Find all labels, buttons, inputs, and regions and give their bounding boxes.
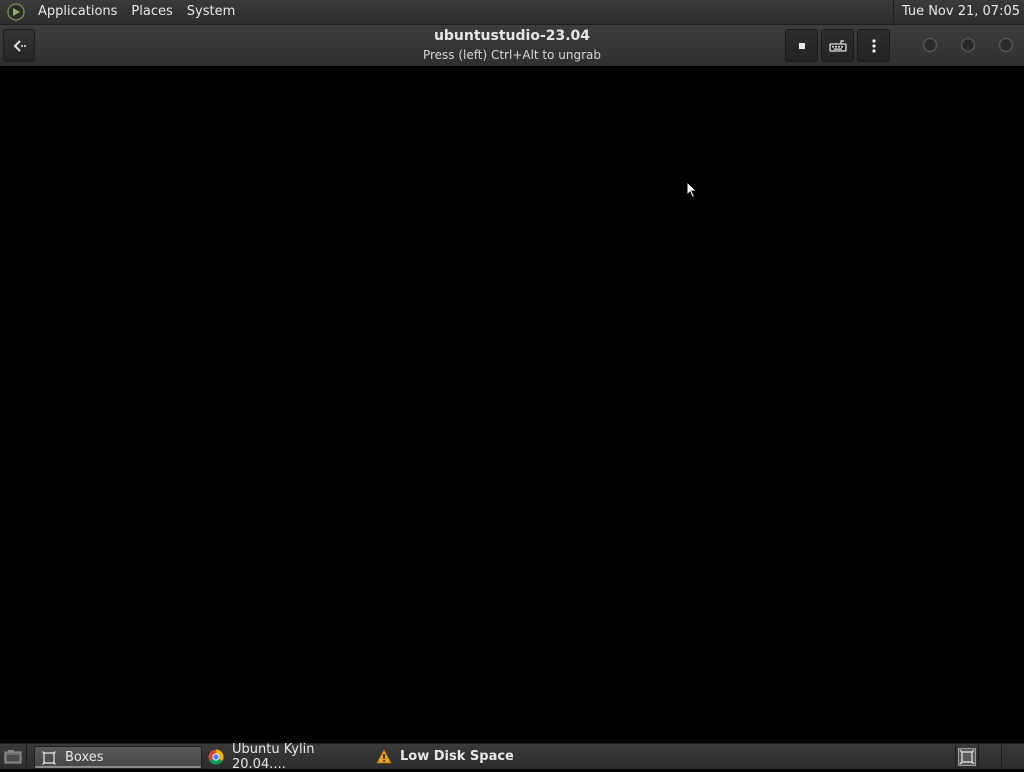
warning-icon [376,749,392,765]
workspace-2[interactable] [978,745,1001,768]
taskbar-item-boxes[interactable]: Boxes [34,746,202,769]
vertical-dots-menu-icon [871,38,876,53]
boxes-app-icon [41,750,57,766]
close-icon [998,37,1014,53]
show-desktop-icon [4,749,22,763]
title-block: ubuntustudio-23.04 Press (left) Ctrl+Alt… [312,26,712,65]
keyboard-icon [828,39,847,52]
workspace-1[interactable] [955,745,978,768]
top-panel: Applications Places System Tue Nov 21, 0… [0,0,1024,25]
taskbar-item-label: Low Disk Space [400,749,514,764]
maximize-icon [960,37,976,53]
mouse-pointer-icon [686,180,698,203]
taskbar-item-low-disk-space[interactable]: Low Disk Space [370,746,536,767]
maximize-button[interactable] [959,36,977,54]
keyboard-button[interactable] [821,29,854,62]
minimize-button[interactable] [921,36,939,54]
window-subtitle: Press (left) Ctrl+Alt to ungrab [422,48,602,62]
vm-display[interactable] [0,66,1024,743]
workspace-3[interactable] [1001,745,1024,768]
close-button[interactable] [997,36,1015,54]
system-menu[interactable]: System [180,0,242,24]
stop-button[interactable] [785,29,818,62]
taskbar-item-chrome[interactable]: Ubuntu Kylin 20.04.... [202,742,368,772]
window-title: ubuntustudio-23.04 [433,28,591,44]
workspace-switcher [955,745,1024,768]
chrome-icon [208,748,224,765]
distro-logo-icon[interactable] [7,3,25,21]
menu-button[interactable] [857,29,890,62]
clock[interactable]: Tue Nov 21, 07:05 [892,0,1020,24]
taskbar-item-label: Boxes [65,750,104,765]
back-arrow-icon [13,39,26,52]
places-menu[interactable]: Places [124,0,179,24]
show-desktop-button[interactable] [0,745,27,768]
boxes-app-icon [958,747,976,766]
minimize-icon [922,37,938,53]
applications-menu[interactable]: Applications [31,0,124,24]
boxes-headerbar: ubuntustudio-23.04 Press (left) Ctrl+Alt… [0,25,1024,67]
stop-icon [798,42,805,49]
bottom-panel: Boxes Ubuntu Kylin 20.04.... Low Disk Sp… [0,742,1024,772]
back-button[interactable] [3,29,35,62]
taskbar-item-label: Ubuntu Kylin 20.04.... [232,741,315,772]
